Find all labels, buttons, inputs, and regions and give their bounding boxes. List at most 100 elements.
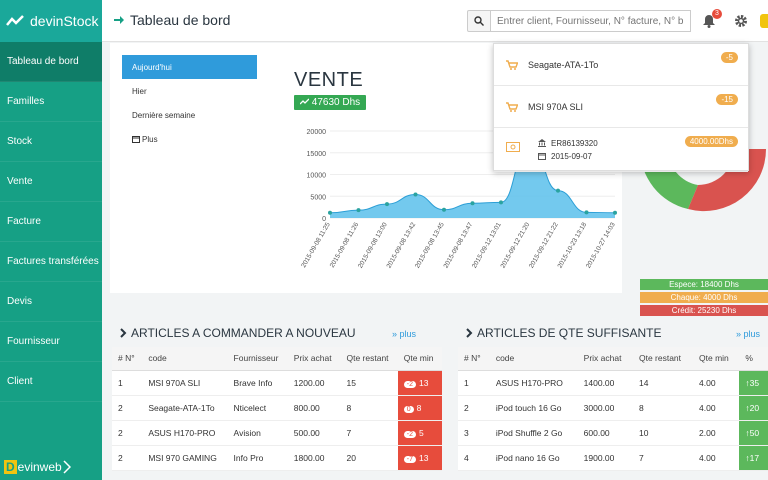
cell: 15 xyxy=(340,370,398,396)
sidebar-item-familles[interactable]: Familles xyxy=(0,82,102,122)
qte-min-cell: 08 xyxy=(397,395,442,421)
search-button[interactable] xyxy=(467,10,491,32)
sidebar-item-stock[interactable]: Stock xyxy=(0,122,102,162)
sufficient-title-text: ARTICLES DE QTE SUFFISANTE xyxy=(477,326,662,340)
payment-legend: Espece: 18400 Dhs Chaque: 4000 Dhs Crédi… xyxy=(640,279,768,318)
cell: 600.00 xyxy=(577,420,633,446)
page-title: Tableau de bord xyxy=(114,12,230,28)
notification-item[interactable]: Seagate-ATA-1To -5 xyxy=(494,44,748,86)
y-tick-label: 20000 xyxy=(307,129,327,136)
footer-logo-text: evinweb xyxy=(17,460,62,474)
cell: 20 xyxy=(340,445,398,471)
cheque-date-line: 2015-09-07 xyxy=(538,152,592,161)
notification-badge: -5 xyxy=(720,52,738,63)
data-point xyxy=(442,207,446,212)
col-header: # N° xyxy=(112,347,143,371)
cell: 1400.00 xyxy=(577,370,633,396)
percent-cell: ↑50 xyxy=(739,420,768,446)
x-tick-label: 2015-09-12 21:22 xyxy=(528,221,560,269)
x-tick-label: 2015-09-08 13:45 xyxy=(414,221,446,269)
sufficient-more-link[interactable]: » plus xyxy=(736,329,760,339)
qte-diff-pill: -2 xyxy=(403,430,416,438)
sidebar-item-devis[interactable]: Devis xyxy=(0,282,102,322)
sidebar-item-fournisseur[interactable]: Fournisseur xyxy=(0,322,102,362)
x-tick-label: 2015-09-08 11:26 xyxy=(329,221,361,269)
notification-item[interactable]: MSI 970A SLI -15 xyxy=(494,86,748,128)
cart-icon xyxy=(506,59,518,70)
footer-logo: D evinweb xyxy=(4,460,71,474)
cell: 1 xyxy=(458,370,490,396)
sufficient-table: # N° code Prix achat Qte restant Qte min… xyxy=(458,347,768,471)
notification-item[interactable]: ER86139320 2015-09-07 4000.00Dhs xyxy=(494,128,748,172)
cell: ASUS H170-PRO xyxy=(489,370,578,396)
qte-min-cell: -2 5 xyxy=(397,420,442,446)
cell: 8 xyxy=(340,395,398,421)
cell: 7 xyxy=(340,420,398,446)
table-row[interactable]: 1 ASUS H170-PRO 1400.00 14 4.00 ↑35 xyxy=(458,370,768,396)
filter-label: Dernière semaine xyxy=(132,110,196,120)
sidebar-item-label: Vente xyxy=(7,176,33,187)
sidebar-item-vente[interactable]: Vente xyxy=(0,162,102,202)
calendar-icon xyxy=(132,136,140,143)
x-tick-label: 2015-09-08 11:25 xyxy=(300,221,332,269)
col-header: code xyxy=(489,347,578,371)
sidebar-item-dashboard[interactable]: Tableau de bord xyxy=(0,42,102,82)
chevron-right-icon xyxy=(466,328,473,338)
data-point xyxy=(613,210,617,215)
qte-min-cell: -7 13 xyxy=(397,445,442,471)
brand[interactable]: devinStock xyxy=(0,0,102,42)
period-filters: Aujourd'hui Hier Dernière semaine Plus xyxy=(122,55,257,151)
vente-total: 47630 Dhs xyxy=(311,97,361,108)
table-row[interactable]: 2 MSI 970 GAMING Info Pro 1800.00 20 -7 13 xyxy=(112,445,442,471)
cell: 1 xyxy=(112,370,143,396)
qte-min-value: 13 xyxy=(418,452,429,463)
sidebar-item-client[interactable]: Client xyxy=(0,362,102,402)
filter-more[interactable]: Plus xyxy=(122,127,257,151)
gear-icon[interactable] xyxy=(734,14,748,28)
data-point xyxy=(356,208,361,213)
notification-text: MSI 970A SLI xyxy=(528,101,584,112)
top-bar: Tableau de bord 3 xyxy=(102,0,768,42)
col-header: Prix achat xyxy=(287,347,341,371)
table-row[interactable]: 2 iPod touch 16 Go 3000.00 8 4.00 ↑20 xyxy=(458,395,768,421)
search-input[interactable] xyxy=(491,10,691,32)
qte-min-value: 13 xyxy=(418,377,429,388)
cell: 4.00 xyxy=(693,395,740,421)
sidebar-item-facture[interactable]: Facture xyxy=(0,202,102,242)
search-icon xyxy=(474,16,484,26)
cell: 1900.00 xyxy=(577,445,633,471)
trend-up-icon xyxy=(299,98,310,105)
x-tick-label: 2015-10-23 13:18 xyxy=(557,221,589,269)
sidebar-item-label: Stock xyxy=(7,136,33,147)
cell: 800.00 xyxy=(287,395,341,421)
col-header: Fournisseur xyxy=(227,347,288,371)
reorder-more-link[interactable]: » plus xyxy=(392,329,416,339)
legend-especes: Espece: 18400 Dhs xyxy=(640,279,768,290)
filter-yesterday[interactable]: Hier xyxy=(122,79,257,103)
cell: iPod nano 16 Go xyxy=(489,445,578,471)
filter-label: Plus xyxy=(142,134,158,144)
filter-today[interactable]: Aujourd'hui xyxy=(122,55,257,79)
percent-cell: ↑35 xyxy=(739,370,768,396)
table-row[interactable]: 1 MSI 970A SLI Brave Info 1200.00 15 -2 13 xyxy=(112,370,442,396)
vente-total-badge: 47630 Dhs xyxy=(294,95,367,110)
cheque-ref: ER86139320 xyxy=(551,138,598,148)
table-row[interactable]: 2 ASUS H170-PRO Avision 500.00 7 -2 5 xyxy=(112,420,442,446)
data-point xyxy=(556,188,560,193)
cell: 2 xyxy=(112,395,143,421)
col-header: Qte restant xyxy=(632,347,694,371)
percent-cell: ↑17 xyxy=(739,445,768,471)
filter-label: Hier xyxy=(132,86,147,96)
calendar-icon xyxy=(538,153,546,160)
table-row[interactable]: 3 iPod Shuffle 2 Go 600.00 10 2.00 ↑50 xyxy=(458,420,768,446)
user-avatar[interactable] xyxy=(760,14,768,28)
sidebar-item-factures-transferees[interactable]: Factures transférées xyxy=(0,242,102,282)
x-tick-label: 2015-09-12 21:20 xyxy=(500,221,532,269)
filter-last-week[interactable]: Dernière semaine xyxy=(122,103,257,127)
table-row[interactable]: 4 iPod nano 16 Go 1900.00 7 4.00 ↑17 xyxy=(458,445,768,471)
table-row[interactable]: 2 Seagate-ATA-1To Nticelect 800.00 8 08 xyxy=(112,395,442,421)
reorder-section-title: ARTICLES A COMMANDER A NOUVEAU xyxy=(120,326,356,340)
cell: 2 xyxy=(458,395,490,421)
y-tick-label: 10000 xyxy=(307,173,327,180)
cell: iPod Shuffle 2 Go xyxy=(489,420,578,446)
